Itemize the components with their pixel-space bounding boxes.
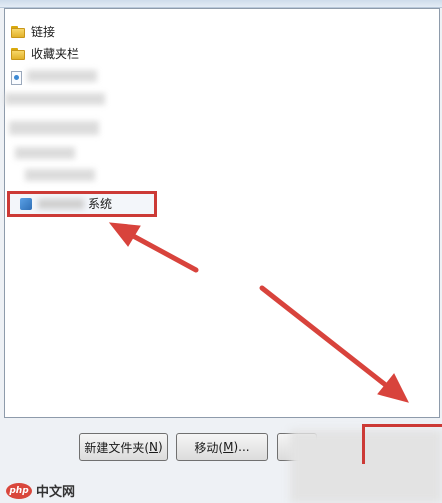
site-watermark: php 中文网 (6, 481, 75, 500)
redacted-text (9, 121, 99, 135)
watermark-text: 中文网 (36, 485, 76, 500)
button-label-suffix: ) (157, 440, 163, 454)
list-item-label: 链接 (31, 25, 56, 39)
button-label: 移动( (194, 440, 224, 455)
list-item-redacted[interactable] (11, 69, 22, 87)
list-item-system-highlighted[interactable]: 系统 (7, 191, 157, 217)
redacted-text (15, 147, 75, 159)
list-item-links[interactable]: 链接 (11, 23, 55, 41)
new-folder-button[interactable]: 新建文件夹(N) (79, 433, 168, 461)
redacted-text (27, 70, 97, 82)
move-button[interactable]: 移动(M)... (176, 433, 268, 461)
redacted-text (5, 93, 105, 105)
folder-icon (11, 26, 25, 38)
bookmark-folder-list[interactable]: 链接 收藏夹栏 系统 (4, 8, 440, 418)
annotation-highlight-box (362, 424, 442, 464)
redacted-text (38, 199, 84, 209)
folder-icon (11, 48, 25, 60)
list-item-label: 收藏夹栏 (31, 47, 80, 61)
button-label: 新建文件夹( (84, 440, 149, 455)
list-item-label: 系统 (88, 197, 113, 211)
hotkey-letter: M (223, 440, 234, 454)
php-logo: php (6, 482, 32, 499)
button-label-suffix: )... (233, 440, 250, 454)
list-item-favorites-bar[interactable]: 收藏夹栏 (11, 45, 79, 63)
redacted-text (25, 169, 95, 181)
system-folder-icon (20, 198, 32, 210)
page-icon (11, 71, 22, 85)
window-top-strip (0, 0, 442, 8)
hotkey-letter: N (149, 440, 158, 454)
